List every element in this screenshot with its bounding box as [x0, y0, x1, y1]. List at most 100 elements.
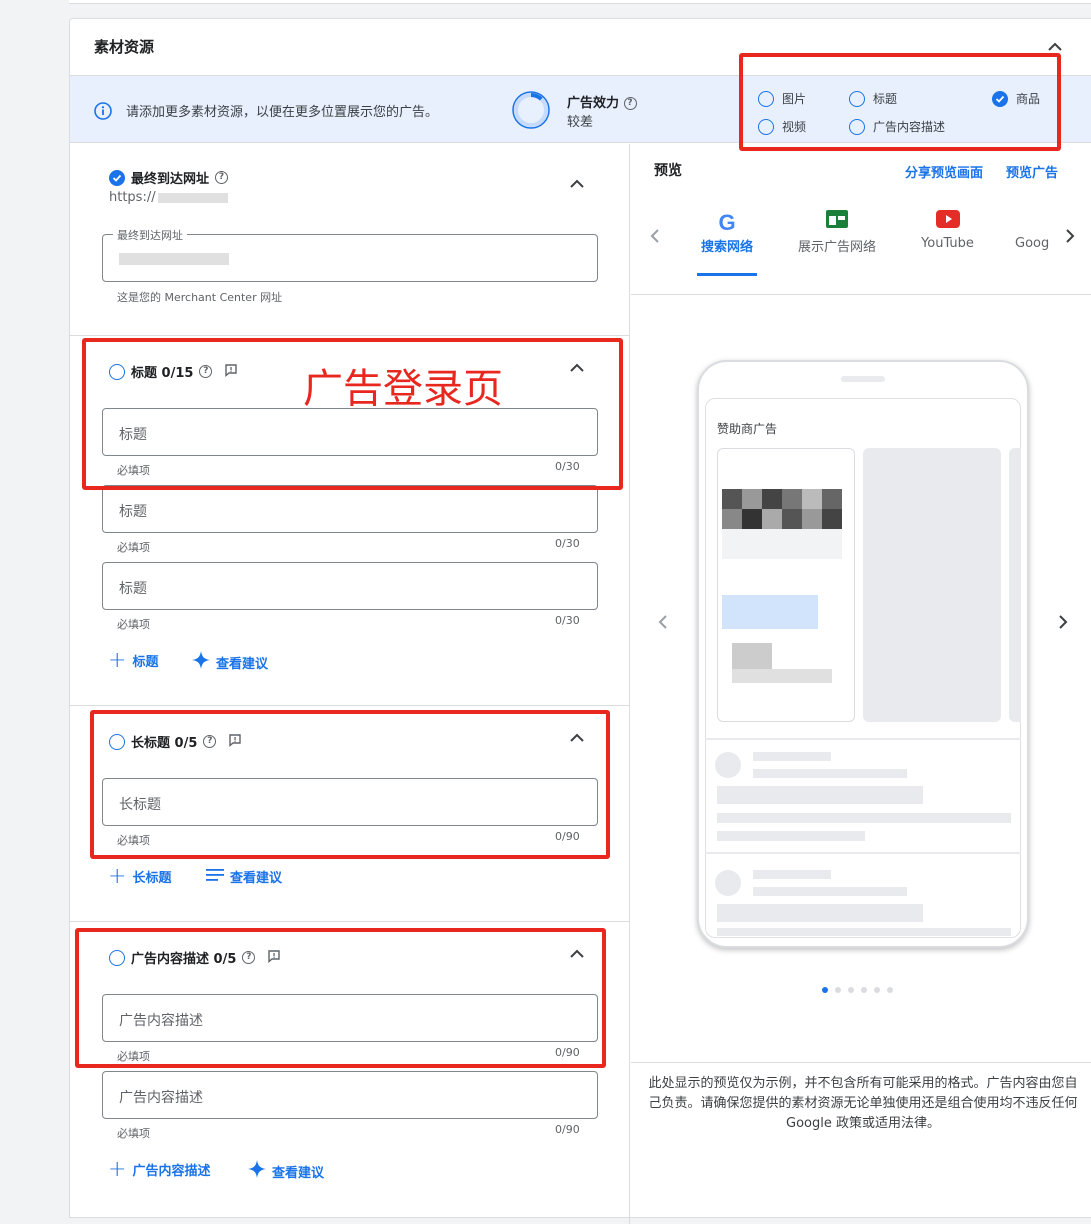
add-headline-button[interactable]: + 标题: [108, 649, 158, 671]
divider: [70, 335, 630, 336]
plus-icon: +: [108, 863, 127, 889]
required-hint: 必填项: [117, 464, 150, 477]
preview-title: 预览: [654, 163, 682, 179]
ad-strength-value: 较差: [567, 115, 594, 130]
radio-icon: [109, 363, 125, 380]
carousel-next-chevron-icon[interactable]: [1053, 612, 1073, 632]
help-icon[interactable]: ?: [203, 735, 217, 748]
radio-icon: [109, 733, 125, 750]
display-network-icon: [792, 210, 882, 236]
tabs-prev-chevron-icon[interactable]: [645, 226, 665, 246]
headline-field-2[interactable]: 标题: [102, 485, 598, 533]
final-url-title: 最终到达网址 ?: [109, 168, 229, 187]
blurred-url-value: [119, 253, 229, 265]
description-field-1[interactable]: 广告内容描述: [102, 994, 598, 1042]
tab-search-network[interactable]: G 搜索网络: [697, 210, 757, 255]
char-count: 0/90: [555, 1046, 580, 1059]
required-hint: 必填项: [117, 541, 150, 554]
preview-ad-link[interactable]: 预览广告: [1006, 162, 1058, 181]
blurred-url: [157, 192, 228, 203]
collapse-chevron-up-icon[interactable]: [567, 174, 587, 194]
asset-check-video[interactable]: 视频: [758, 118, 806, 135]
google-g-icon: G: [718, 210, 736, 235]
check-circle-icon: [109, 169, 125, 186]
carousel-dot[interactable]: [835, 987, 841, 993]
headline-field-3[interactable]: 标题: [102, 562, 598, 610]
info-icon: [94, 102, 112, 120]
final-url-field[interactable]: 最终到达网址: [102, 227, 598, 282]
collapse-chevron-up-icon[interactable]: [567, 358, 587, 378]
feedback-icon[interactable]: [228, 733, 242, 751]
asset-editor-column: 最终到达网址 ? https:// 最终到达网址 广告登录页 这是您的 Merc…: [70, 144, 630, 1224]
ad-strength-label: 广告效力 ?: [567, 92, 637, 111]
tab-youtube[interactable]: YouTube: [915, 210, 980, 251]
char-count: 0/30: [555, 460, 580, 473]
product-card-placeholder: [863, 448, 1001, 722]
view-suggestions-button[interactable]: 查看建议: [206, 867, 282, 886]
radio-icon: [109, 949, 125, 966]
view-suggestions-button[interactable]: 查看建议: [248, 1160, 324, 1182]
phone-speaker: [841, 376, 885, 382]
add-long-headline-button[interactable]: + 长标题: [108, 863, 171, 889]
feedback-icon[interactable]: [267, 949, 281, 967]
sparkle-icon: [192, 651, 210, 673]
collapse-chevron-up-icon[interactable]: [567, 728, 587, 748]
view-suggestions-button[interactable]: 查看建议: [192, 651, 268, 673]
char-count: 0/90: [555, 1123, 580, 1136]
tab-google-more[interactable]: Goog: [1015, 210, 1049, 251]
char-count: 0/30: [555, 537, 580, 550]
carousel-prev-chevron-icon[interactable]: [653, 612, 673, 632]
share-preview-link[interactable]: 分享预览画面: [905, 162, 983, 181]
required-hint: 必填项: [117, 1050, 150, 1063]
radio-icon: [758, 118, 774, 135]
asset-strength-banner: 请添加更多素材资源，以便在更多位置展示您的广告。 广告效力 ? 较差 图片 标题…: [70, 75, 1091, 143]
tab-display-network[interactable]: 展示广告网络: [792, 210, 882, 255]
asset-check-description[interactable]: 广告内容描述: [849, 118, 945, 135]
carousel-dot[interactable]: [848, 987, 854, 993]
section-title: 素材资源: [94, 38, 155, 56]
char-count: 0/90: [555, 830, 580, 843]
help-icon[interactable]: ?: [199, 365, 213, 378]
carousel-dot[interactable]: [874, 987, 880, 993]
asset-check-product[interactable]: 商品: [992, 90, 1040, 107]
annotation-landing-page: 广告登录页: [303, 366, 503, 412]
list-icon: [206, 868, 224, 886]
carousel-dot[interactable]: [861, 987, 867, 993]
asset-check-headline[interactable]: 标题: [849, 90, 897, 107]
divider: [70, 921, 630, 922]
preview-disclaimer: 此处显示的预览仅为示例，并不包含所有可能采用的格式。广告内容由您自己负责。请确保…: [648, 1076, 1078, 1131]
tabs-next-chevron-icon[interactable]: [1060, 226, 1080, 246]
descriptions-title: 广告内容描述 0/5 ?: [109, 948, 281, 967]
divider: [70, 705, 630, 706]
collapse-chevron-up-icon[interactable]: [1045, 37, 1065, 57]
required-hint: 必填项: [117, 618, 150, 631]
help-icon[interactable]: ?: [242, 951, 256, 964]
description-field-2[interactable]: 广告内容描述: [102, 1071, 598, 1119]
carousel-dot[interactable]: [822, 987, 828, 993]
feedback-icon[interactable]: [224, 363, 238, 381]
help-icon[interactable]: ?: [215, 171, 229, 184]
final-url-hint: 这是您的 Merchant Center 网址: [117, 291, 283, 304]
long-headlines-title: 长标题 0/5 ?: [109, 732, 242, 751]
final-url-field-label: 最终到达网址: [113, 227, 187, 243]
char-count: 0/30: [555, 614, 580, 627]
check-circle-icon: [992, 90, 1008, 107]
final-url-preview: https://: [109, 190, 228, 205]
long-headline-field-1[interactable]: 长标题: [102, 778, 598, 826]
preview-panel: 预览 分享预览画面 预览广告 G 搜索网络 展示广告网络 YouTube Goo…: [631, 144, 1091, 1224]
divider: [631, 1062, 1091, 1063]
required-hint: 必填项: [117, 1127, 150, 1140]
headline-field-1[interactable]: 标题: [102, 408, 598, 456]
radio-icon: [758, 90, 774, 107]
carousel-dot[interactable]: [887, 987, 893, 993]
collapse-chevron-up-icon[interactable]: [567, 944, 587, 964]
carousel-page-dots: [822, 987, 893, 993]
youtube-icon: [915, 210, 980, 236]
product-card-placeholder: [1009, 448, 1021, 722]
add-description-button[interactable]: + 广告内容描述: [108, 1158, 210, 1180]
headlines-title: 标题 0/15 ?: [109, 362, 238, 381]
asset-check-image[interactable]: 图片: [758, 90, 806, 107]
active-tab-indicator: [697, 273, 757, 276]
previous-card-edge: [69, 0, 1091, 4]
help-icon[interactable]: ?: [623, 97, 637, 110]
